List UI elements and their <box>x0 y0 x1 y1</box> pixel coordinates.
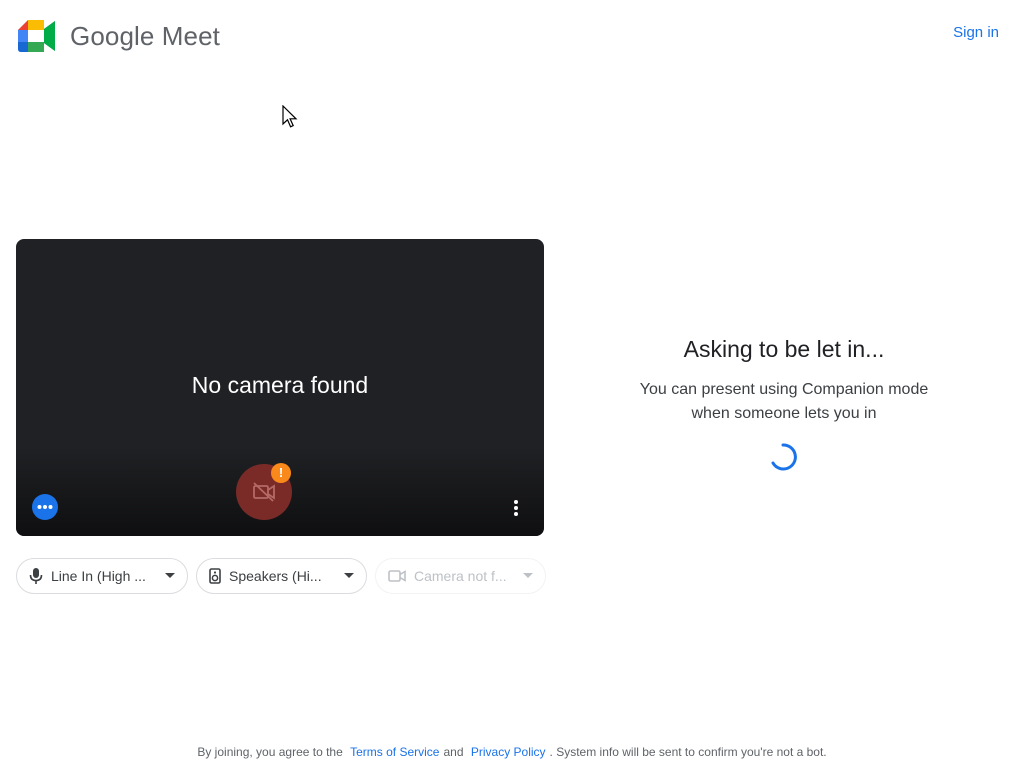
no-camera-message: No camera found <box>191 372 369 398</box>
more-vert-button[interactable] <box>506 496 526 520</box>
chevron-down-icon <box>523 573 533 578</box>
status-title: Asking to be let in... <box>683 336 885 362</box>
privacy-link[interactable]: Privacy Policy <box>471 745 546 759</box>
sign-in-link[interactable]: Sign in <box>953 24 999 41</box>
chevron-down-icon <box>165 573 175 578</box>
more-options-button[interactable] <box>32 494 58 520</box>
footer-prefix: By joining, you agree to the <box>197 745 343 759</box>
speaker-label: Speakers (Hi... <box>229 568 322 584</box>
camera-off-icon <box>253 482 275 502</box>
more-horizontal-icon <box>37 505 53 509</box>
camera-select[interactable]: Camera not f... <box>375 558 546 594</box>
status-line-2: when someone lets you in <box>691 405 877 422</box>
more-vert-icon <box>514 500 518 516</box>
brand: Google Meet <box>18 20 220 52</box>
google-meet-logo-icon <box>18 20 55 52</box>
camera-warning-badge: ! <box>271 463 291 483</box>
speaker-select[interactable]: Speakers (Hi... <box>196 558 367 594</box>
brand-name: Google Meet <box>70 20 220 51</box>
video-camera-icon <box>388 570 406 582</box>
status-line-1: You can present using Companion mode <box>639 381 929 398</box>
speaker-icon <box>209 568 221 584</box>
join-status-panel: Asking to be let in... You can present u… <box>584 336 984 426</box>
microphone-select[interactable]: Line In (High ... <box>16 558 188 594</box>
chevron-down-icon <box>344 573 354 578</box>
terms-link[interactable]: Terms of Service <box>350 745 439 759</box>
loading-spinner-icon <box>771 443 797 471</box>
mouse-cursor-icon <box>282 105 298 128</box>
camera-label: Camera not f... <box>414 568 507 584</box>
header: Google Meet Sign in <box>0 0 1024 76</box>
footer-suffix: . System info will be sent to confirm yo… <box>549 745 827 759</box>
footer-and: and <box>443 745 464 759</box>
microphone-label: Line In (High ... <box>51 568 146 584</box>
meet-join-page: Google Meet Sign in No camera found ! Li… <box>0 0 1024 768</box>
microphone-icon <box>29 568 43 584</box>
legal-footer: By joining, you agree to the Terms of Se… <box>0 745 1024 759</box>
